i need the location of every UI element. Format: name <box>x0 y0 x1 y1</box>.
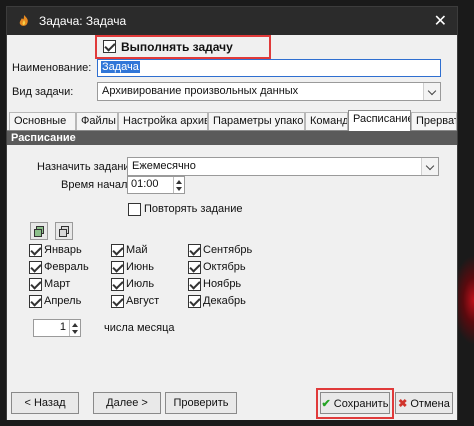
tab-label: Команды <box>310 115 347 127</box>
month-checkbox-december[interactable] <box>188 295 201 308</box>
app-icon <box>19 15 28 26</box>
start-time-input[interactable]: 01:00 <box>127 176 185 194</box>
name-input-value: Задача <box>101 61 140 73</box>
start-time-label: Время начала: <box>61 179 137 191</box>
tab-label: Параметры упаковки <box>213 115 304 127</box>
month-label: Август <box>126 295 160 307</box>
name-input[interactable]: Задача <box>97 59 441 77</box>
window-title: Задача: Задача <box>39 14 127 28</box>
tab-archive-settings[interactable]: Настройка архивов <box>118 112 208 130</box>
schedule-section-title: Расписание <box>7 131 457 145</box>
tab-strip: Основные Файлы Настройка архивов Парамет… <box>7 110 457 131</box>
tab-label: Прервать <box>416 115 456 127</box>
month-checkbox-july[interactable] <box>111 278 124 291</box>
spinner-icon[interactable] <box>173 177 184 193</box>
cross-icon: ✖ <box>398 398 408 410</box>
run-task-checkbox[interactable] <box>103 40 116 53</box>
spinner-icon[interactable] <box>69 320 80 336</box>
tab-schedule[interactable]: Расписание <box>348 110 411 131</box>
month-label: Июнь <box>126 261 154 273</box>
month-checkbox-october[interactable] <box>188 261 201 274</box>
next-button[interactable]: Далее > <box>93 392 161 414</box>
assign-task-select[interactable]: Ежемесячно <box>127 157 439 176</box>
close-icon[interactable]: ✕ <box>434 11 447 31</box>
tab-label: Настройка архивов <box>123 115 207 127</box>
month-checkbox-march[interactable] <box>29 278 42 291</box>
day-of-month-label: числа месяца <box>104 322 175 334</box>
button-bar: < Назад Далее > Проверить ✔ Сохранить ✖ От… <box>7 382 457 420</box>
day-of-month-input[interactable]: 1 <box>33 319 81 337</box>
select-all-icon[interactable] <box>30 222 48 240</box>
chevron-down-icon[interactable] <box>421 158 438 175</box>
month-label: Октябрь <box>203 261 246 273</box>
month-label: Январь <box>44 244 82 256</box>
tab-commands[interactable]: Команды <box>305 112 348 130</box>
tab-label: Основные <box>14 115 67 127</box>
task-dialog: Задача: Задача ✕ Выполнять задачу Наимен… <box>6 6 458 420</box>
tab-basic[interactable]: Основные <box>9 112 76 130</box>
save-button-label: Сохранить <box>333 398 389 410</box>
name-label: Наименование: <box>12 62 92 74</box>
month-label: Ноябрь <box>203 278 242 290</box>
tab-files[interactable]: Файлы <box>76 112 118 130</box>
month-checkbox-april[interactable] <box>29 295 42 308</box>
month-label: Апрель <box>44 295 82 307</box>
repeat-task-label: Повторять задание <box>144 203 243 215</box>
save-button[interactable]: ✔ Сохранить <box>320 392 390 414</box>
start-time-value: 01:00 <box>131 178 159 190</box>
month-checkbox-january[interactable] <box>29 244 42 257</box>
back-button[interactable]: < Назад <box>11 392 79 414</box>
chevron-down-icon[interactable] <box>423 83 440 100</box>
schedule-panel: Расписание Назначить задание: Ежемесячно… <box>7 130 457 382</box>
month-label: Июль <box>126 278 155 290</box>
task-type-value: Архивирование произвольных данных <box>102 85 299 97</box>
tab-abort[interactable]: Прервать <box>411 112 457 130</box>
repeat-task-checkbox[interactable] <box>128 203 141 216</box>
checkmark-icon: ✔ <box>321 398 331 410</box>
month-checkbox-february[interactable] <box>29 261 42 274</box>
tab-packing-params[interactable]: Параметры упаковки <box>208 112 305 130</box>
tab-label: Файлы <box>81 115 116 127</box>
month-label: Декабрь <box>203 295 246 307</box>
assign-task-label: Назначить задание: <box>37 161 139 173</box>
task-type-select[interactable]: Архивирование произвольных данных <box>97 82 441 101</box>
month-label: Сентябрь <box>203 244 253 256</box>
run-task-label: Выполнять задачу <box>121 40 233 54</box>
month-label: Май <box>126 244 148 256</box>
deselect-all-icon[interactable] <box>55 222 73 240</box>
title-bar: Задача: Задача ✕ <box>7 7 457 35</box>
task-type-label: Вид задачи: <box>12 86 74 98</box>
cancel-button-label: Отмена <box>410 398 450 410</box>
month-label: Февраль <box>44 261 89 273</box>
month-label: Март <box>44 278 71 290</box>
cancel-button[interactable]: ✖ Отмена <box>395 392 453 414</box>
month-checkbox-june[interactable] <box>111 261 124 274</box>
month-checkbox-may[interactable] <box>111 244 124 257</box>
tab-label: Расписание <box>353 113 411 125</box>
check-button[interactable]: Проверить <box>165 392 237 414</box>
day-of-month-value: 1 <box>59 321 66 333</box>
month-checkbox-september[interactable] <box>188 244 201 257</box>
month-checkbox-november[interactable] <box>188 278 201 291</box>
assign-task-value: Ежемесячно <box>132 160 196 172</box>
month-checkbox-august[interactable] <box>111 295 124 308</box>
